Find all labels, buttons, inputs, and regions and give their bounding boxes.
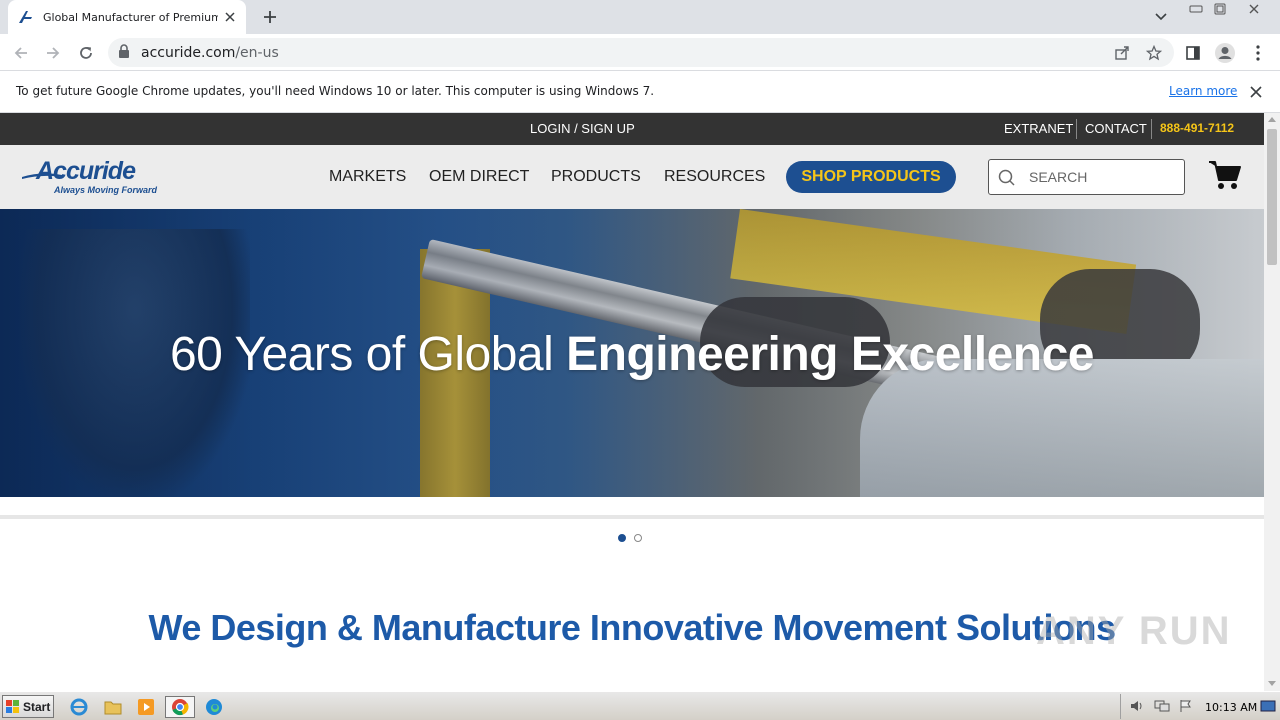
internet-explorer-icon[interactable] — [68, 696, 90, 718]
share-icon[interactable] — [1112, 43, 1132, 63]
scroll-thumb[interactable] — [1267, 129, 1277, 265]
accuride-favicon-icon — [18, 9, 34, 25]
search-input[interactable] — [1029, 166, 1179, 188]
lock-icon[interactable] — [118, 44, 132, 60]
phone-link[interactable]: 888-491-7112 — [1160, 121, 1234, 135]
carousel-dot[interactable] — [634, 534, 642, 542]
tab-title: Global Manufacturer of Premium Ball — [43, 10, 218, 24]
network-icon[interactable] — [1151, 695, 1173, 717]
clock: 10:13 AM — [1205, 701, 1258, 714]
learn-more-link[interactable]: Learn more — [1169, 84, 1237, 98]
forward-icon[interactable] — [40, 40, 66, 66]
tab-close-icon[interactable] — [222, 9, 238, 25]
restore-icon[interactable] — [1208, 0, 1232, 18]
main-nav: Accuride Always Moving Forward MARKETS O… — [0, 145, 1264, 209]
file-explorer-icon[interactable] — [102, 696, 124, 718]
reload-icon[interactable] — [73, 40, 99, 66]
accuride-logo[interactable]: Accuride Always Moving Forward — [22, 155, 182, 201]
nav-products[interactable]: PRODUCTS — [551, 168, 641, 186]
start-button[interactable]: Start — [2, 695, 54, 718]
new-tab-icon[interactable] — [258, 6, 282, 28]
volume-icon[interactable] — [1127, 695, 1149, 717]
bookmark-star-icon[interactable] — [1144, 43, 1164, 63]
scroll-up-icon[interactable] — [1268, 117, 1276, 122]
web-page: LOGIN / SIGN UP EXTRANET CONTACT 888-491… — [0, 113, 1264, 691]
edge-icon[interactable] — [203, 696, 225, 718]
tab-strip: Global Manufacturer of Premium Ball — [0, 0, 1280, 34]
action-center-flag-icon[interactable] — [1175, 695, 1197, 717]
carousel-dot[interactable] — [618, 534, 626, 542]
minimize-icon[interactable] — [1184, 0, 1208, 18]
nav-oem-direct[interactable]: OEM DIRECT — [429, 168, 529, 186]
tab-search-chevron-icon[interactable] — [1151, 8, 1171, 26]
logo-tagline: Always Moving Forward — [54, 185, 158, 195]
profile-avatar-icon[interactable] — [1212, 40, 1238, 66]
anyrun-watermark: ANY RUN — [1036, 609, 1232, 653]
hero-title: 60 Years of Global Engineering Excellenc… — [169, 328, 1095, 381]
address-bar[interactable]: accuride.com/en-us — [108, 38, 1174, 67]
contact-link[interactable]: CONTACT — [1085, 121, 1147, 136]
divider — [1151, 119, 1152, 139]
hero-divider — [0, 515, 1264, 519]
page-scrollbar[interactable] — [1264, 113, 1280, 691]
divider — [1076, 119, 1077, 139]
window-close-icon[interactable] — [1234, 0, 1274, 18]
back-icon[interactable] — [8, 40, 34, 66]
browser-toolbar: accuride.com/en-us — [0, 34, 1280, 71]
browser-tab[interactable]: Global Manufacturer of Premium Ball — [8, 0, 246, 34]
carousel-dots — [618, 534, 642, 542]
infobar-close-icon[interactable] — [1247, 83, 1265, 101]
extranet-link[interactable]: EXTRANET — [1004, 121, 1073, 136]
infobar-message: To get future Google Chrome updates, you… — [16, 84, 655, 98]
nav-resources[interactable]: RESOURCES — [664, 168, 765, 186]
chrome-taskbar-icon[interactable] — [165, 696, 195, 718]
scroll-down-icon[interactable] — [1268, 681, 1276, 686]
url-text: accuride.com/en-us — [141, 45, 279, 61]
logo-wordmark: Accuride — [36, 157, 136, 185]
chrome-menu-icon[interactable] — [1245, 40, 1271, 66]
login-signup-link[interactable]: LOGIN / SIGN UP — [530, 121, 635, 136]
media-player-icon[interactable] — [135, 696, 157, 718]
start-label: Start — [23, 699, 51, 714]
utility-bar: LOGIN / SIGN UP EXTRANET CONTACT 888-491… — [0, 113, 1264, 145]
update-infobar: To get future Google Chrome updates, you… — [0, 71, 1280, 113]
shop-products-button[interactable]: SHOP PRODUCTS — [786, 161, 956, 193]
show-desktop-icon[interactable] — [1257, 695, 1279, 717]
hero-banner[interactable]: 60 Years of Global Engineering Excellenc… — [0, 209, 1264, 497]
windows-flag-icon — [6, 699, 19, 713]
search-icon[interactable] — [997, 168, 1017, 188]
side-panel-icon[interactable] — [1180, 40, 1206, 66]
nav-markets[interactable]: MARKETS — [329, 168, 406, 186]
cart-icon[interactable] — [1208, 159, 1242, 193]
taskbar: Start 10:13 AM — [0, 691, 1280, 720]
search-box — [988, 159, 1185, 195]
